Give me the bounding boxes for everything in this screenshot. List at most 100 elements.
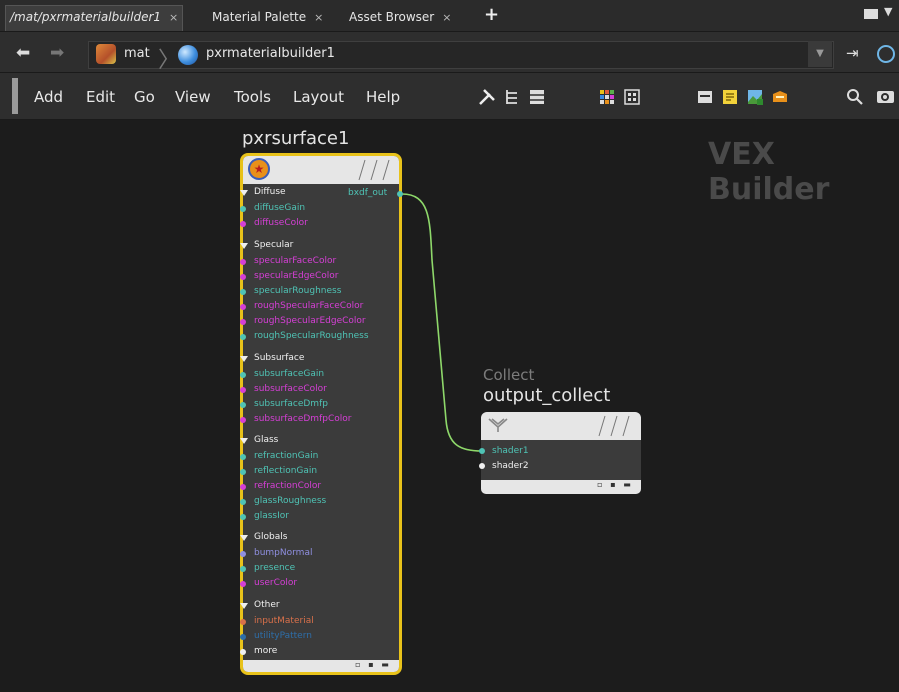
tools-wrench-icon[interactable] [478,88,496,106]
input-presence[interactable]: presence [254,562,295,574]
close-icon[interactable]: × [314,11,323,24]
input-subsurfacedmfp[interactable]: subsurfaceDmfp [254,398,328,410]
input-connector[interactable] [240,259,246,265]
network-box-icon[interactable] [696,88,714,106]
input-diffusecolor[interactable]: diffuseColor [254,217,308,229]
input-utilitypattern[interactable]: utilityPattern [254,630,312,642]
eye-icon[interactable] [876,88,894,106]
collapse-triangle-icon[interactable] [240,356,248,362]
input-subsurfacecolor[interactable]: subsurfaceColor [254,383,327,395]
node-flags-icon[interactable] [591,414,635,438]
input-connector[interactable] [240,469,246,475]
toolbar-grip[interactable] [12,78,18,114]
input-roughspecularedgecolor[interactable]: roughSpecularEdgeColor [254,315,366,327]
input-connector[interactable] [240,289,246,295]
group-specular[interactable]: Specular [254,240,293,250]
input-subsurfacedmfpcolor[interactable]: subsurfaceDmfpColor [254,413,351,425]
input-connector[interactable] [240,581,246,587]
input-connector[interactable] [240,387,246,393]
input-connector[interactable] [240,274,246,280]
background-image-icon[interactable] [746,88,764,106]
node-footer-controls[interactable]: ▫ ▪ ▬ [355,660,399,669]
input-connector[interactable] [240,334,246,340]
back-arrow-icon[interactable]: ⬅ [16,43,30,63]
subnet-box-icon[interactable] [771,88,789,106]
menu-help[interactable]: Help [366,88,400,106]
pin-icon[interactable]: ⇥ [846,44,859,62]
input-connector[interactable] [240,206,246,212]
input-specularroughness[interactable]: specularRoughness [254,285,341,297]
output-bxdf-out[interactable]: bxdf_out [348,187,387,199]
menu-edit[interactable]: Edit [86,88,115,106]
output-connector[interactable] [397,191,403,197]
input-usercolor[interactable]: userColor [254,577,297,589]
input-specularfacecolor[interactable]: specularFaceColor [254,255,336,267]
node-header[interactable] [481,412,641,440]
menu-add[interactable]: Add [34,88,63,106]
close-icon[interactable]: × [442,11,451,24]
color-grid-icon[interactable] [598,88,616,106]
group-subsurface[interactable]: Subsurface [254,353,304,363]
path-dropdown-button[interactable]: ▼ [808,41,832,67]
collapse-triangle-icon[interactable] [240,243,248,249]
input-connector[interactable] [240,649,246,655]
input-connector[interactable] [479,463,485,469]
node-name-pxrsurface[interactable]: pxrsurface1 [242,128,349,149]
input-connector[interactable] [240,566,246,572]
group-globals[interactable]: Globals [254,532,287,542]
input-roughspecularfacecolor[interactable]: roughSpecularFaceColor [254,300,363,312]
path-segment-mat[interactable]: mat [124,45,150,63]
group-glass[interactable]: Glass [254,435,278,445]
list-view-icon[interactable] [528,88,546,106]
input-glassroughness[interactable]: glassRoughness [254,495,326,507]
add-tab-button[interactable]: + [484,4,499,25]
tree-view-icon[interactable] [503,88,521,106]
menu-view[interactable]: View [175,88,211,106]
node-footer-controls[interactable]: ▫ ▪ ▬ [597,480,641,489]
input-connector[interactable] [240,417,246,423]
input-specularedgecolor[interactable]: specularEdgeColor [254,270,338,282]
input-bumpnormal[interactable]: bumpNormal [254,547,312,559]
input-connector[interactable] [479,448,485,454]
menu-tools[interactable]: Tools [234,88,271,106]
shape-palette-icon[interactable] [623,88,641,106]
collapse-triangle-icon[interactable] [240,438,248,444]
input-shader2[interactable]: shader2 [492,460,529,472]
tab-asset-browser[interactable]: Asset Browser × [345,6,455,28]
group-other[interactable]: Other [254,600,280,610]
link-target-icon[interactable] [877,45,895,63]
search-icon[interactable] [846,88,864,106]
input-roughspecularroughness[interactable]: roughSpecularRoughness [254,330,369,342]
input-connector[interactable] [240,402,246,408]
group-diffuse[interactable]: Diffuse [254,187,286,197]
pane-menu-icon[interactable] [864,9,878,19]
node-name-output-collect[interactable]: output_collect [483,385,610,406]
sticky-note-icon[interactable] [721,88,739,106]
collapse-triangle-icon[interactable] [240,603,248,609]
input-shader1[interactable]: shader1 [492,445,529,457]
collapse-triangle-icon[interactable] [240,190,248,196]
menu-layout[interactable]: Layout [293,88,344,106]
close-icon[interactable]: × [169,11,178,24]
input-connector[interactable] [240,619,246,625]
input-subsurfacegain[interactable]: subsurfaceGain [254,368,324,380]
input-connector[interactable] [240,221,246,227]
node-flags-icon[interactable] [351,158,395,182]
input-connector[interactable] [240,551,246,557]
input-connector[interactable] [240,634,246,640]
input-inputmaterial[interactable]: inputMaterial [254,615,314,627]
input-reflectiongain[interactable]: reflectionGain [254,465,317,477]
input-connector[interactable] [240,514,246,520]
path-field[interactable] [88,41,834,69]
input-glassior[interactable]: glassIor [254,510,289,522]
input-refractiongain[interactable]: refractionGain [254,450,318,462]
input-connector[interactable] [240,484,246,490]
input-diffusegain[interactable]: diffuseGain [254,202,305,214]
tab-network-editor[interactable]: /mat/pxrmaterialbuilder1 × [5,5,184,31]
input-more[interactable]: more [254,645,277,657]
collapse-triangle-icon[interactable] [240,535,248,541]
input-refractioncolor[interactable]: refractionColor [254,480,321,492]
chevron-down-icon[interactable]: ▼ [884,5,892,18]
path-segment-builder[interactable]: pxrmaterialbuilder1 [206,45,335,63]
input-connector[interactable] [240,499,246,505]
